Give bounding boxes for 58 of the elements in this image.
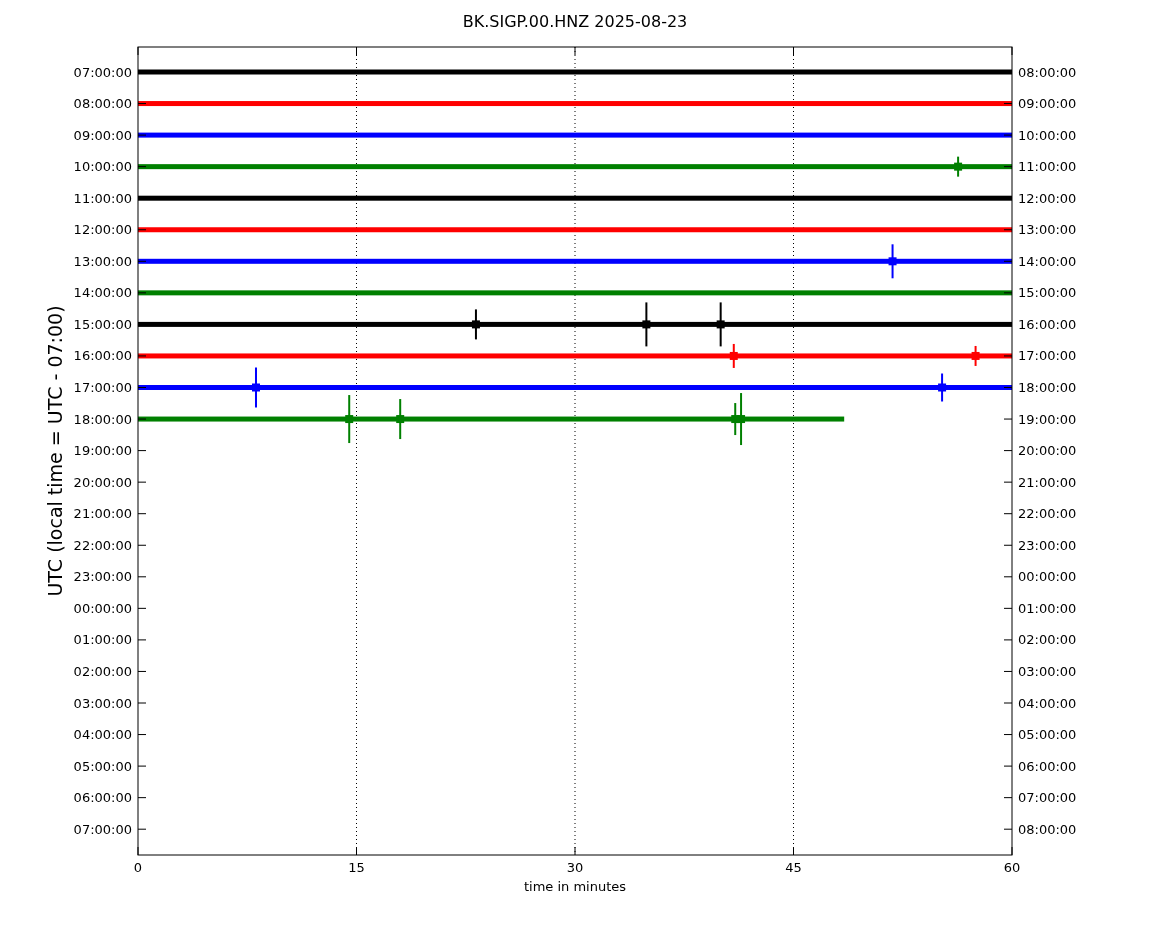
x-tick-label: 60 xyxy=(1003,860,1021,875)
y-tick-label: 23:00:00 xyxy=(1018,537,1077,553)
y-tick-label: 23:00:00 xyxy=(73,569,132,585)
y-tick-label: 12:00:00 xyxy=(73,222,132,238)
y-tick-label: 13:00:00 xyxy=(73,253,132,269)
y-tick-label: 22:00:00 xyxy=(73,537,132,553)
y-tick-label: 08:00:00 xyxy=(73,96,132,112)
y-tick-label: 06:00:00 xyxy=(1018,758,1077,774)
y-tick-label: 11:00:00 xyxy=(1018,159,1077,175)
y-tick-label: 17:00:00 xyxy=(73,380,132,395)
y-tick-label: 04:00:00 xyxy=(73,727,132,743)
y-tick-label: 05:00:00 xyxy=(1018,727,1077,743)
y-tick-label: 22:00:00 xyxy=(1018,506,1077,522)
y-tick-label: 06:00:00 xyxy=(73,790,132,806)
y-tick-label: 15:00:00 xyxy=(73,316,132,332)
y-tick-label: 20:00:00 xyxy=(73,474,132,490)
y-tick-label: 05:00:00 xyxy=(73,758,132,774)
y-tick-label: 16:00:00 xyxy=(1018,316,1077,332)
y-tick-label: 03:00:00 xyxy=(73,695,132,711)
y-tick-label: 07:00:00 xyxy=(1018,790,1077,806)
y-tick-label: 21:00:00 xyxy=(73,506,132,522)
y-tick-label: 11:00:00 xyxy=(73,190,132,206)
y-tick-label: 07:00:00 xyxy=(73,64,132,80)
y-tick-label: 02:00:00 xyxy=(1018,632,1077,648)
y-tick-label: 09:00:00 xyxy=(73,127,132,143)
y-tick-label: 01:00:00 xyxy=(73,632,132,648)
y-tick-label: 02:00:00 xyxy=(73,663,132,679)
x-axis-label: time in minutes xyxy=(523,879,627,894)
y-tick-label: 03:00:00 xyxy=(1018,663,1077,679)
y-tick-label: 10:00:00 xyxy=(73,159,132,175)
y-tick-label: 08:00:00 xyxy=(1018,64,1077,80)
y-tick-label: 18:00:00 xyxy=(1018,380,1077,395)
x-tick-label: 30 xyxy=(566,860,584,875)
y-tick-label: 19:00:00 xyxy=(73,443,132,459)
y-tick-label: 14:00:00 xyxy=(1018,253,1077,269)
y-tick-label: 19:00:00 xyxy=(1018,411,1077,427)
y-tick-label: 17:00:00 xyxy=(1018,348,1077,364)
y-tick-label: 01:00:00 xyxy=(1018,600,1077,616)
y-tick-label: 04:00:00 xyxy=(1018,695,1077,711)
y-tick-label: 10:00:00 xyxy=(1018,127,1077,143)
y-tick-label: 09:00:00 xyxy=(1018,96,1077,112)
y-tick-label: 08:00:00 xyxy=(1018,821,1077,837)
y-tick-label: 16:00:00 xyxy=(73,348,132,364)
y-tick-label: 12:00:00 xyxy=(1018,190,1077,206)
y-axis-label: UTC (local time = UTC - 07:00) xyxy=(44,305,66,597)
y-tick-label: 07:00:00 xyxy=(73,821,132,837)
y-tick-label: 20:00:00 xyxy=(1018,443,1077,459)
y-tick-label: 15:00:00 xyxy=(1018,285,1077,301)
y-tick-label: 00:00:00 xyxy=(73,600,132,616)
y-tick-label: 00:00:00 xyxy=(1018,569,1077,585)
x-tick-label: 0 xyxy=(133,860,143,875)
y-tick-label: 14:00:00 xyxy=(73,285,132,301)
y-tick-label: 21:00:00 xyxy=(1018,474,1077,490)
x-tick-label: 45 xyxy=(785,860,802,875)
x-tick-label: 15 xyxy=(348,860,365,875)
y-tick-label: 13:00:00 xyxy=(1018,222,1077,238)
y-tick-label: 18:00:00 xyxy=(73,411,132,427)
plot-title: BK.SIGP.00.HNZ 2025-08-23 xyxy=(462,12,688,31)
